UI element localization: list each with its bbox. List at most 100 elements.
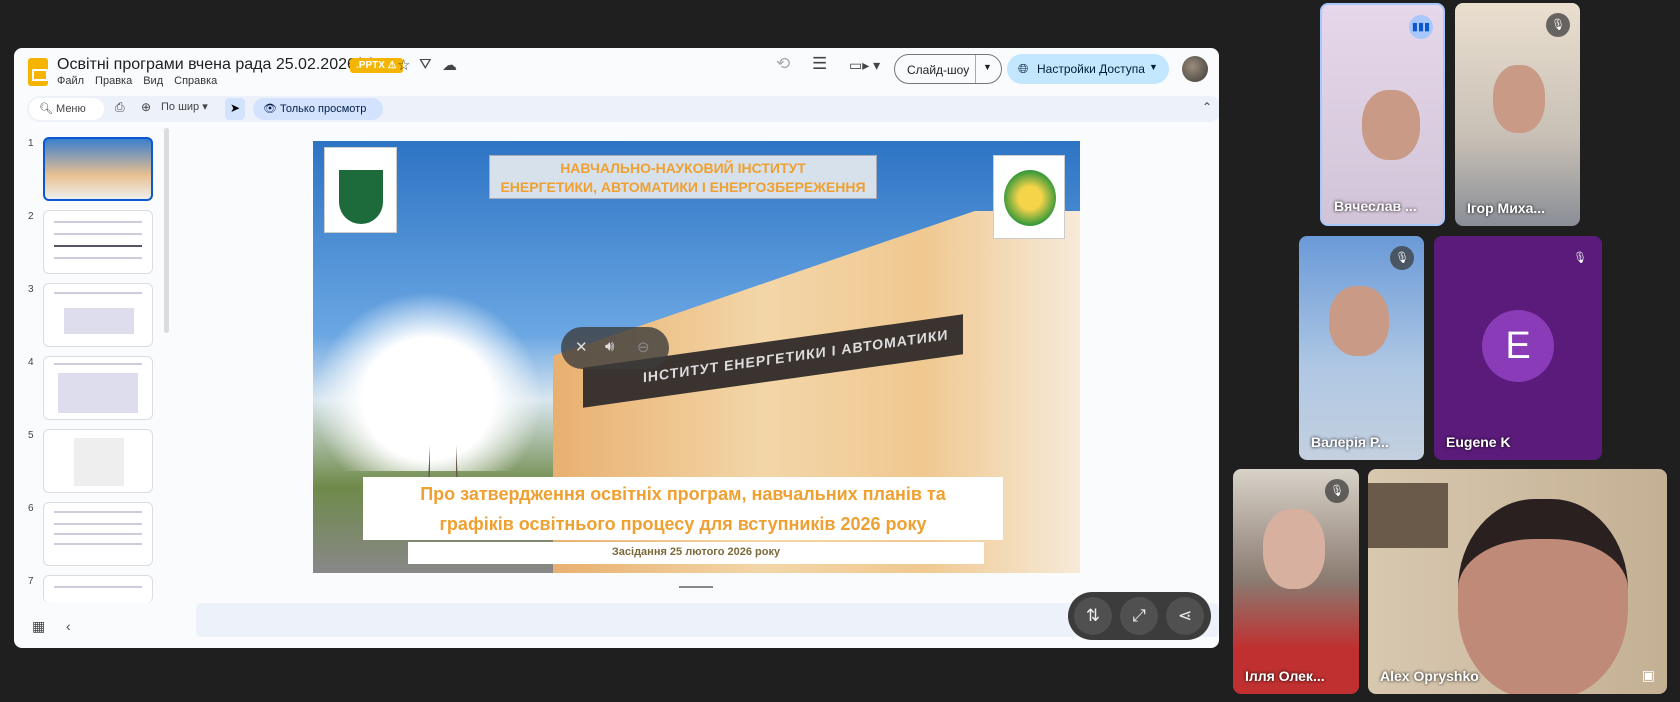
institute-header: НАВЧАЛЬНО-НАУКОВИЙ ІНСТИТУТ ЕНЕРГЕТИКИ, А… — [489, 155, 877, 199]
thumb-number: 5 — [28, 430, 34, 441]
thumbnail-slide-7[interactable] — [43, 575, 153, 603]
thumbnail-slide-2[interactable] — [43, 210, 153, 274]
thumbnail-slide-1[interactable] — [43, 137, 153, 201]
participant-tile[interactable]: E 🎙︎ Eugene K — [1434, 236, 1602, 460]
institute-90-logo — [993, 155, 1065, 239]
collapse-toolbar-icon[interactable]: ⌃ — [1202, 100, 1212, 114]
media-controls: ✕ 🔊︎ ⊖ — [561, 327, 669, 369]
slides-viewer-window: Освітні програми вчена рада 25.02.2026(1… — [14, 48, 1219, 648]
participant-tile[interactable]: ▮▮▮ Вячеслав ... — [1320, 3, 1445, 226]
pptx-badge[interactable]: .PPTX ⚠ — [350, 58, 403, 73]
speaking-indicator-icon: ▮▮▮ — [1409, 15, 1433, 39]
slideshow-button[interactable]: Слайд-шоу ▼ — [894, 54, 1002, 84]
cloud-image — [313, 291, 543, 471]
menu-bar: Файл Правка Вид Справка — [57, 75, 228, 87]
participant-video — [1329, 286, 1389, 356]
eye-icon: 👁︎ — [263, 103, 281, 115]
mic-off-icon: 🎙︎ — [1573, 252, 1587, 264]
user-avatar[interactable] — [1182, 56, 1208, 82]
slideshow-dropdown-icon[interactable]: ▼ — [983, 62, 992, 72]
globe-icon: 🌐︎ — [1018, 61, 1029, 76]
mic-off-icon: 🎙︎ — [1546, 13, 1570, 37]
thumbnails-scrollbar[interactable] — [164, 128, 169, 333]
thumb-number: 1 — [28, 138, 34, 149]
university-emblem-logo — [324, 147, 397, 233]
menu-search-input[interactable]: 🔍︎ Меню — [29, 98, 104, 120]
participant-tile[interactable]: ▣ Alex Opryshko — [1368, 469, 1667, 694]
notes-resize-handle[interactable] — [679, 586, 713, 588]
pin-off-icon[interactable]: ✕ — [575, 338, 588, 356]
header-line-2: ЕНЕРГЕТИКИ, АВТОМАТИКИ І ЕНЕРГОЗБЕРЕЖЕНН… — [500, 179, 866, 195]
collapse-panel-icon[interactable]: ‹ — [66, 618, 71, 634]
cloud-status-icon[interactable]: ☁ — [442, 56, 457, 74]
current-slide: ІНСТИТУТ ЕНЕРГЕТИКИ І АВТОМАТИКИ НАВЧАЛЬ… — [313, 141, 1080, 573]
toolbar: 🔍︎ Меню ⎙ ⊕ По шир ▾ ➤ 👁︎ Только просмот… — [27, 96, 1219, 122]
divider — [975, 55, 976, 83]
meet-camera-icon[interactable]: ▭▸ ▾ — [849, 57, 880, 74]
title-line-2: графіків освітнього процесу для вступник… — [439, 514, 927, 534]
slides-logo-icon[interactable] — [28, 58, 48, 86]
share-dropdown-icon[interactable]: ▼ — [1149, 62, 1158, 72]
view-only-button[interactable]: 👁︎ Только просмотр — [253, 98, 383, 120]
zoom-label: По шир — [161, 101, 200, 113]
view-only-label: Только просмотр — [280, 103, 367, 115]
share-label: Настройки Доступа — [1037, 62, 1145, 76]
menu-file[interactable]: Файл — [57, 75, 84, 87]
thumbnail-slide-6[interactable] — [43, 502, 153, 566]
history-icon[interactable]: ⟲ — [776, 54, 790, 74]
participant-video — [1362, 90, 1420, 160]
search-label: Меню — [56, 103, 86, 115]
zoom-icon[interactable]: ⊕ — [141, 100, 151, 114]
menu-help[interactable]: Справка — [174, 75, 217, 87]
share-icon[interactable]: ⋖ — [1166, 597, 1204, 635]
participant-video — [1493, 65, 1545, 133]
print-icon[interactable]: ⎙ — [115, 100, 125, 115]
participant-name: Валерія Р... — [1311, 434, 1389, 450]
slide-thumbnails: 1 2 3 4 5 6 7 — [14, 128, 164, 608]
thumb-number: 4 — [28, 357, 34, 368]
thumb-number: 2 — [28, 211, 34, 222]
participant-name: Вячеслав ... — [1334, 198, 1417, 214]
participant-tile[interactable]: 🎙︎ Ілля Олек... — [1233, 469, 1359, 694]
eagle-picture — [1368, 483, 1448, 548]
swap-icon[interactable]: ⇅ — [1074, 597, 1112, 635]
participant-name: Ігор Миха... — [1467, 200, 1546, 216]
thumb-number: 6 — [28, 503, 34, 514]
thumbnail-slide-5[interactable] — [43, 429, 153, 493]
pip-icon[interactable]: ▣ — [1642, 667, 1655, 684]
document-title[interactable]: Освітні програми вчена рада 25.02.2026(1… — [57, 56, 375, 74]
select-cursor-icon[interactable]: ➤ — [225, 98, 245, 120]
search-icon: 🔍︎ — [39, 103, 57, 115]
menu-edit[interactable]: Правка — [95, 75, 132, 87]
zoom-select[interactable]: По шир ▾ — [161, 100, 208, 113]
thumb-number: 7 — [28, 576, 34, 587]
participant-avatar: E — [1482, 310, 1554, 382]
participant-name: Alex Opryshko — [1380, 668, 1479, 684]
grid-view-icon[interactable]: ▦ — [32, 618, 45, 635]
participant-video — [1458, 499, 1628, 694]
title-line-1: Про затвердження освітніх програм, навча… — [420, 484, 946, 504]
speaker-notes[interactable] — [196, 603, 1219, 637]
mic-off-icon: 🎙︎ — [1390, 246, 1414, 270]
share-button[interactable]: 🌐︎ Настройки Доступа ▼ — [1007, 54, 1169, 84]
floating-controls: ⇅ ⤢ ⋖ — [1068, 592, 1211, 640]
add-shortcut-icon[interactable]: ⛛ — [419, 56, 432, 73]
fullscreen-icon[interactable]: ⤢ — [1120, 597, 1158, 635]
slide-title: Про затвердження освітніх програм, навча… — [363, 477, 1003, 540]
star-icon[interactable]: ☆ — [397, 56, 410, 74]
thumb-number: 3 — [28, 284, 34, 295]
participant-name: Eugene K — [1446, 434, 1511, 450]
thumbnail-slide-3[interactable] — [43, 283, 153, 347]
volume-icon[interactable]: 🔊︎ — [605, 338, 614, 355]
comments-icon[interactable]: ☰ — [812, 54, 827, 74]
remove-icon[interactable]: ⊖ — [637, 338, 650, 356]
menu-view[interactable]: Вид — [143, 75, 163, 87]
participant-tile[interactable]: 🎙︎ Ігор Миха... — [1455, 3, 1580, 226]
participant-tile[interactable]: 🎙︎ Валерія Р... — [1299, 236, 1424, 460]
participant-video — [1263, 509, 1325, 589]
header-line-1: НАВЧАЛЬНО-НАУКОВИЙ ІНСТИТУТ — [560, 160, 806, 176]
slideshow-label: Слайд-шоу — [907, 63, 970, 77]
participant-name: Ілля Олек... — [1245, 668, 1325, 684]
thumbnail-slide-4[interactable] — [43, 356, 153, 420]
meeting-date: Засідання 25 лютого 2026 року — [408, 542, 984, 564]
